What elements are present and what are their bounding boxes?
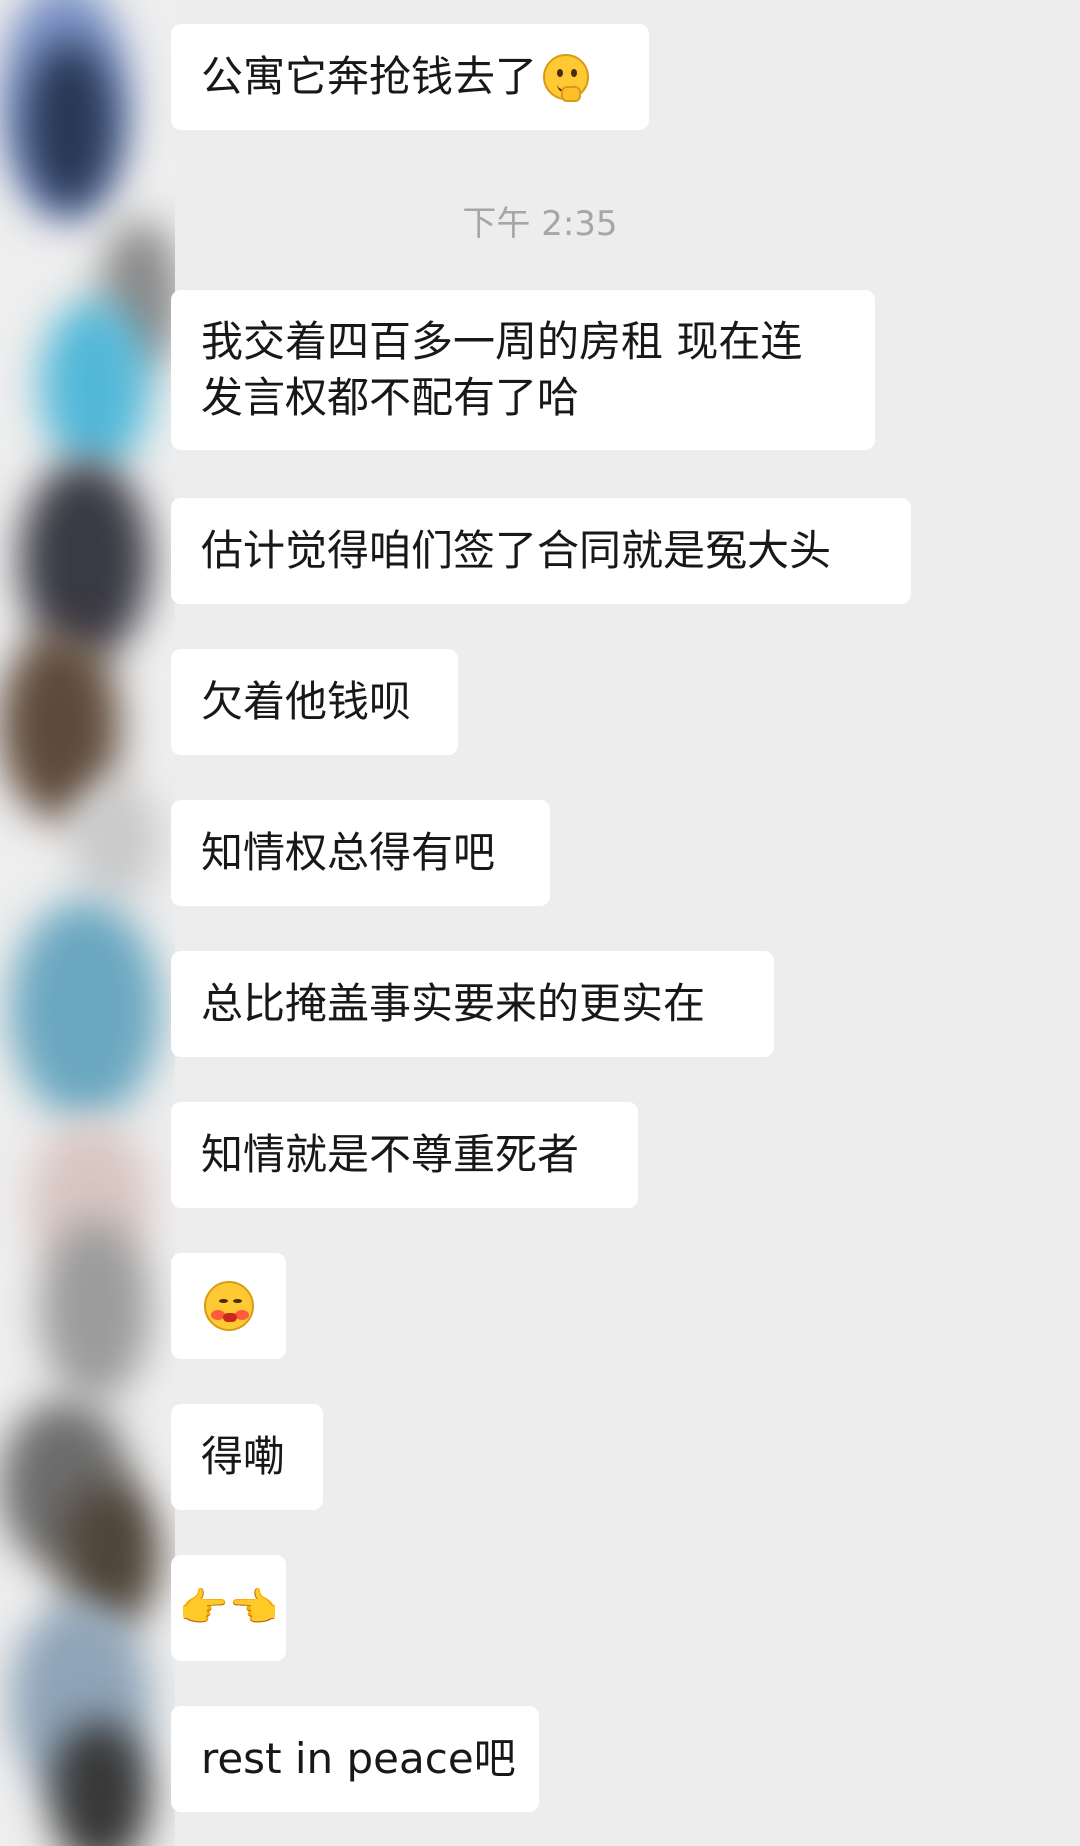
message-text: 得嘞 bbox=[201, 1432, 286, 1481]
message-bubble[interactable]: rest in peace吧 bbox=[171, 1706, 539, 1812]
message-bubble[interactable]: 估计觉得咱们签了合同就是冤大头 bbox=[171, 498, 911, 604]
message-text: 知情就是不尊重死者 bbox=[201, 1130, 580, 1179]
blushing-face-icon bbox=[203, 1281, 254, 1331]
pointing-hands-icon: 👉👈 bbox=[178, 1585, 279, 1631]
message-text-line: 我交着四百多一周的房租 现在连 bbox=[201, 317, 803, 366]
message-bubble[interactable]: 公寓它奔抢钱去了 bbox=[171, 24, 649, 130]
blurred-avatar-strip bbox=[0, 0, 175, 1846]
message-text: rest in peace吧 bbox=[201, 1734, 516, 1783]
message-timestamp: 下午 2:35 bbox=[462, 204, 618, 244]
message-bubble[interactable] bbox=[171, 1253, 286, 1359]
message-bubble[interactable]: 得嘞 bbox=[171, 1404, 323, 1510]
message-bubble[interactable]: 欠着他钱呗 bbox=[171, 649, 458, 755]
message-text: 估计觉得咱们签了合同就是冤大头 bbox=[201, 526, 832, 575]
chat-window: 下午 2:35 公寓它奔抢钱去了 我交着四百多一周的房租 现在连 发言权都不配有… bbox=[0, 0, 1080, 1846]
message-text: 欠着他钱呗 bbox=[201, 677, 412, 726]
message-text: 公寓它奔抢钱去了 bbox=[201, 52, 538, 101]
message-bubble[interactable]: 总比掩盖事实要来的更实在 bbox=[171, 951, 774, 1057]
message-bubble[interactable]: 知情权总得有吧 bbox=[171, 800, 550, 906]
message-text: 知情权总得有吧 bbox=[201, 828, 496, 877]
message-bubble[interactable]: 我交着四百多一周的房租 现在连 发言权都不配有了哈 bbox=[171, 290, 875, 450]
thinking-face-icon bbox=[543, 54, 590, 102]
message-text-line: 发言权都不配有了哈 bbox=[201, 373, 580, 422]
message-bubble[interactable]: 知情就是不尊重死者 bbox=[171, 1102, 638, 1208]
message-text: 总比掩盖事实要来的更实在 bbox=[201, 979, 706, 1028]
message-bubble[interactable]: 👉👈 bbox=[171, 1555, 286, 1661]
